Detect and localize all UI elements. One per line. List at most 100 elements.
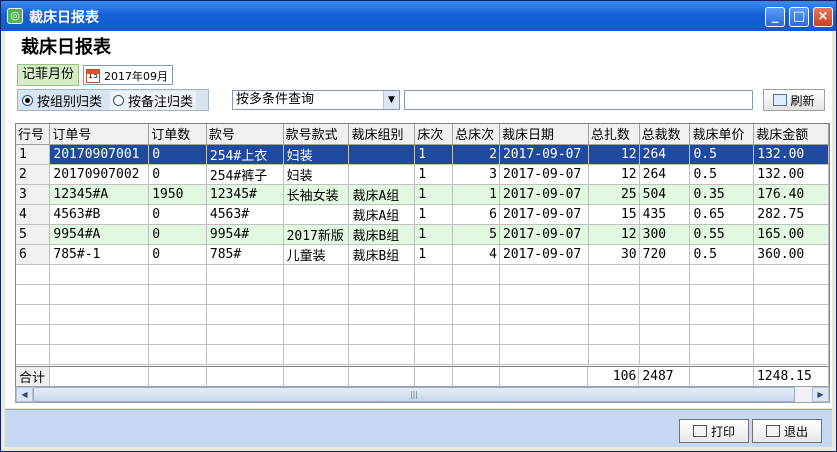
table-cell: 254#上衣 (206, 144, 284, 165)
column-header[interactable]: 裁床金额 (753, 124, 829, 145)
table-cell: 435 (639, 204, 691, 225)
column-header[interactable]: 款号 (206, 124, 284, 145)
table-cell: 2017-09-07 (499, 204, 589, 225)
chevron-down-icon[interactable]: ▼ (383, 91, 399, 109)
grouping-radio-group: 按组别归类 按备注归类 (17, 89, 210, 111)
table-cell: 5 (16, 224, 51, 245)
table-cell: 282.75 (753, 204, 829, 225)
table-cell: 6 (16, 244, 51, 265)
radio-by-remark[interactable]: 按备注归类 (110, 90, 197, 110)
table-cell: 30 (588, 244, 640, 265)
table-row[interactable]: 2 20170907002 0 254#裤子 妇装 1 3 2017-09-07 12 264 0.… (16, 164, 829, 185)
scrollbar-thumb[interactable]: ||| (33, 387, 795, 402)
total-bundles: 106 (587, 367, 640, 387)
column-header[interactable]: 订单号 (49, 124, 150, 145)
table-cell: 132.00 (753, 144, 829, 165)
table-cell: 504 (639, 184, 691, 205)
refresh-label: 刷新 (790, 93, 815, 108)
month-label: 记菲月份 (17, 64, 80, 86)
column-header[interactable]: 订单数 (148, 124, 207, 145)
table-cell: 3 (452, 164, 500, 185)
page-title: 裁床日报表 (21, 37, 111, 58)
table-cell: 20170907002 (49, 164, 150, 185)
table-cell: 1 (414, 224, 454, 245)
exit-label: 退出 (783, 424, 808, 439)
table-cell: 300 (639, 224, 691, 245)
column-header[interactable]: 行号 (16, 124, 51, 145)
table-row[interactable]: 3 12345#A 1950 12345# 长袖女装 裁床A组 1 1 2017-09-07 25… (16, 184, 829, 205)
table-cell: 0 (148, 204, 207, 225)
calendar-icon: 15 (86, 68, 101, 83)
refresh-icon (773, 94, 788, 106)
table-cell: 264 (639, 144, 691, 165)
table-row[interactable]: 4 4563#B 0 4563# 裁床A组 1 6 2017-09-07 15 435 0.65 28… (16, 204, 829, 225)
table-cell: 6 (452, 204, 500, 225)
table-cell: 3 (16, 184, 51, 205)
table-cell: 0.5 (689, 144, 755, 165)
radio-unchecked-icon (113, 94, 125, 106)
column-header[interactable]: 总扎数 (588, 124, 640, 145)
table-cell: 2017-09-07 (499, 244, 589, 265)
column-header[interactable]: 裁床组别 (348, 124, 416, 145)
table-cell: 4563# (206, 204, 284, 225)
table-cell: 裁床A组 (348, 184, 416, 205)
column-header[interactable]: 总床次 (452, 124, 500, 145)
report-window: ◎ 裁床日报表 _ □ × 裁床日报表 记菲月份 15 2017年09月 按组别… (0, 0, 837, 452)
print-label: 打印 (710, 424, 735, 439)
table-cell: 9954# (206, 224, 284, 245)
totals-row: 合计 106 2487 1248.15 (15, 366, 830, 387)
column-header[interactable]: 款号款式 (283, 124, 350, 145)
column-header[interactable]: 裁床单价 (689, 124, 755, 145)
table-cell: 0.65 (689, 204, 755, 225)
table-cell: 妇装 (283, 144, 350, 165)
radio-by-group[interactable]: 按组别归类 (22, 91, 102, 110)
column-header[interactable]: 裁床日期 (499, 124, 589, 145)
table-cell: 长袖女装 (283, 184, 350, 205)
table-cell: 4 (452, 244, 500, 265)
maximize-button[interactable]: □ (789, 7, 809, 27)
table-cell: 20170907001 (49, 144, 150, 165)
table-cell: 儿童装 (283, 244, 350, 265)
table-cell: 1 (452, 184, 500, 205)
table-cell: 0 (148, 144, 207, 165)
column-header[interactable]: 总裁数 (639, 124, 691, 145)
query-mode-value: 按多条件查询 (236, 92, 315, 107)
exit-button[interactable]: 退出 (752, 419, 822, 443)
printer-icon (692, 425, 707, 437)
table-cell: 9954#A (49, 224, 150, 245)
horizontal-scrollbar[interactable]: ◀ ||| ▶ (15, 386, 830, 403)
radio-by-group-label: 按组别归类 (37, 94, 103, 110)
data-grid[interactable]: 行号 订单号 订单数 款号 款号款式 裁床组别 床次 总床次 裁床日期 总扎数 总裁数 裁床单价 裁床金… (15, 123, 830, 392)
column-header[interactable]: 床次 (414, 124, 454, 145)
table-cell: 12345#A (49, 184, 150, 205)
totals-label: 合计 (16, 367, 51, 387)
table-cell: 1 (16, 144, 51, 165)
table-cell: 4 (16, 204, 51, 225)
table-cell: 5 (452, 224, 500, 245)
print-button[interactable]: 打印 (679, 419, 749, 443)
table-cell: 0.55 (689, 224, 755, 245)
table-cell: 132.00 (753, 164, 829, 185)
minimize-button[interactable]: _ (765, 7, 785, 27)
scroll-left-icon[interactable]: ◀ (16, 387, 33, 402)
scroll-right-icon[interactable]: ▶ (812, 387, 829, 402)
table-row[interactable]: 1 20170907001 0 254#上衣 妇装 1 2 2017-09-07 12 264 0.… (16, 144, 829, 165)
table-row[interactable]: 6 785#-1 0 785# 儿童装 裁床B组 1 4 2017-09-07 30 720 0.5 3… (16, 244, 829, 265)
table-cell: 0.35 (689, 184, 755, 205)
title-bar[interactable]: ◎ 裁床日报表 _ □ × (1, 1, 836, 31)
table-cell: 裁床B组 (348, 244, 416, 265)
table-row[interactable]: 5 9954#A 0 9954# 2017新版 裁床B组 1 5 2017-09-07 12 300… (16, 224, 829, 245)
table-cell: 1 (414, 244, 454, 265)
table-cell: 2 (452, 144, 500, 165)
table-cell: 360.00 (753, 244, 829, 265)
table-header-row: 行号 订单号 订单数 款号 款号款式 裁床组别 床次 总床次 裁床日期 总扎数 总裁数 裁床单价 裁床金… (16, 124, 829, 145)
close-button[interactable]: × (813, 7, 833, 27)
query-bar: 按组别归类 按备注归类 按多条件查询 ▼ 刷新 (17, 89, 832, 111)
table-cell: 12 (588, 224, 640, 245)
refresh-button[interactable]: 刷新 (763, 89, 825, 111)
table-cell: 妇装 (283, 164, 350, 185)
month-picker[interactable]: 15 2017年09月 (83, 65, 174, 85)
query-mode-select[interactable]: 按多条件查询 ▼ (232, 90, 400, 110)
table-cell: 254#裤子 (206, 164, 284, 185)
query-input[interactable] (404, 90, 753, 110)
